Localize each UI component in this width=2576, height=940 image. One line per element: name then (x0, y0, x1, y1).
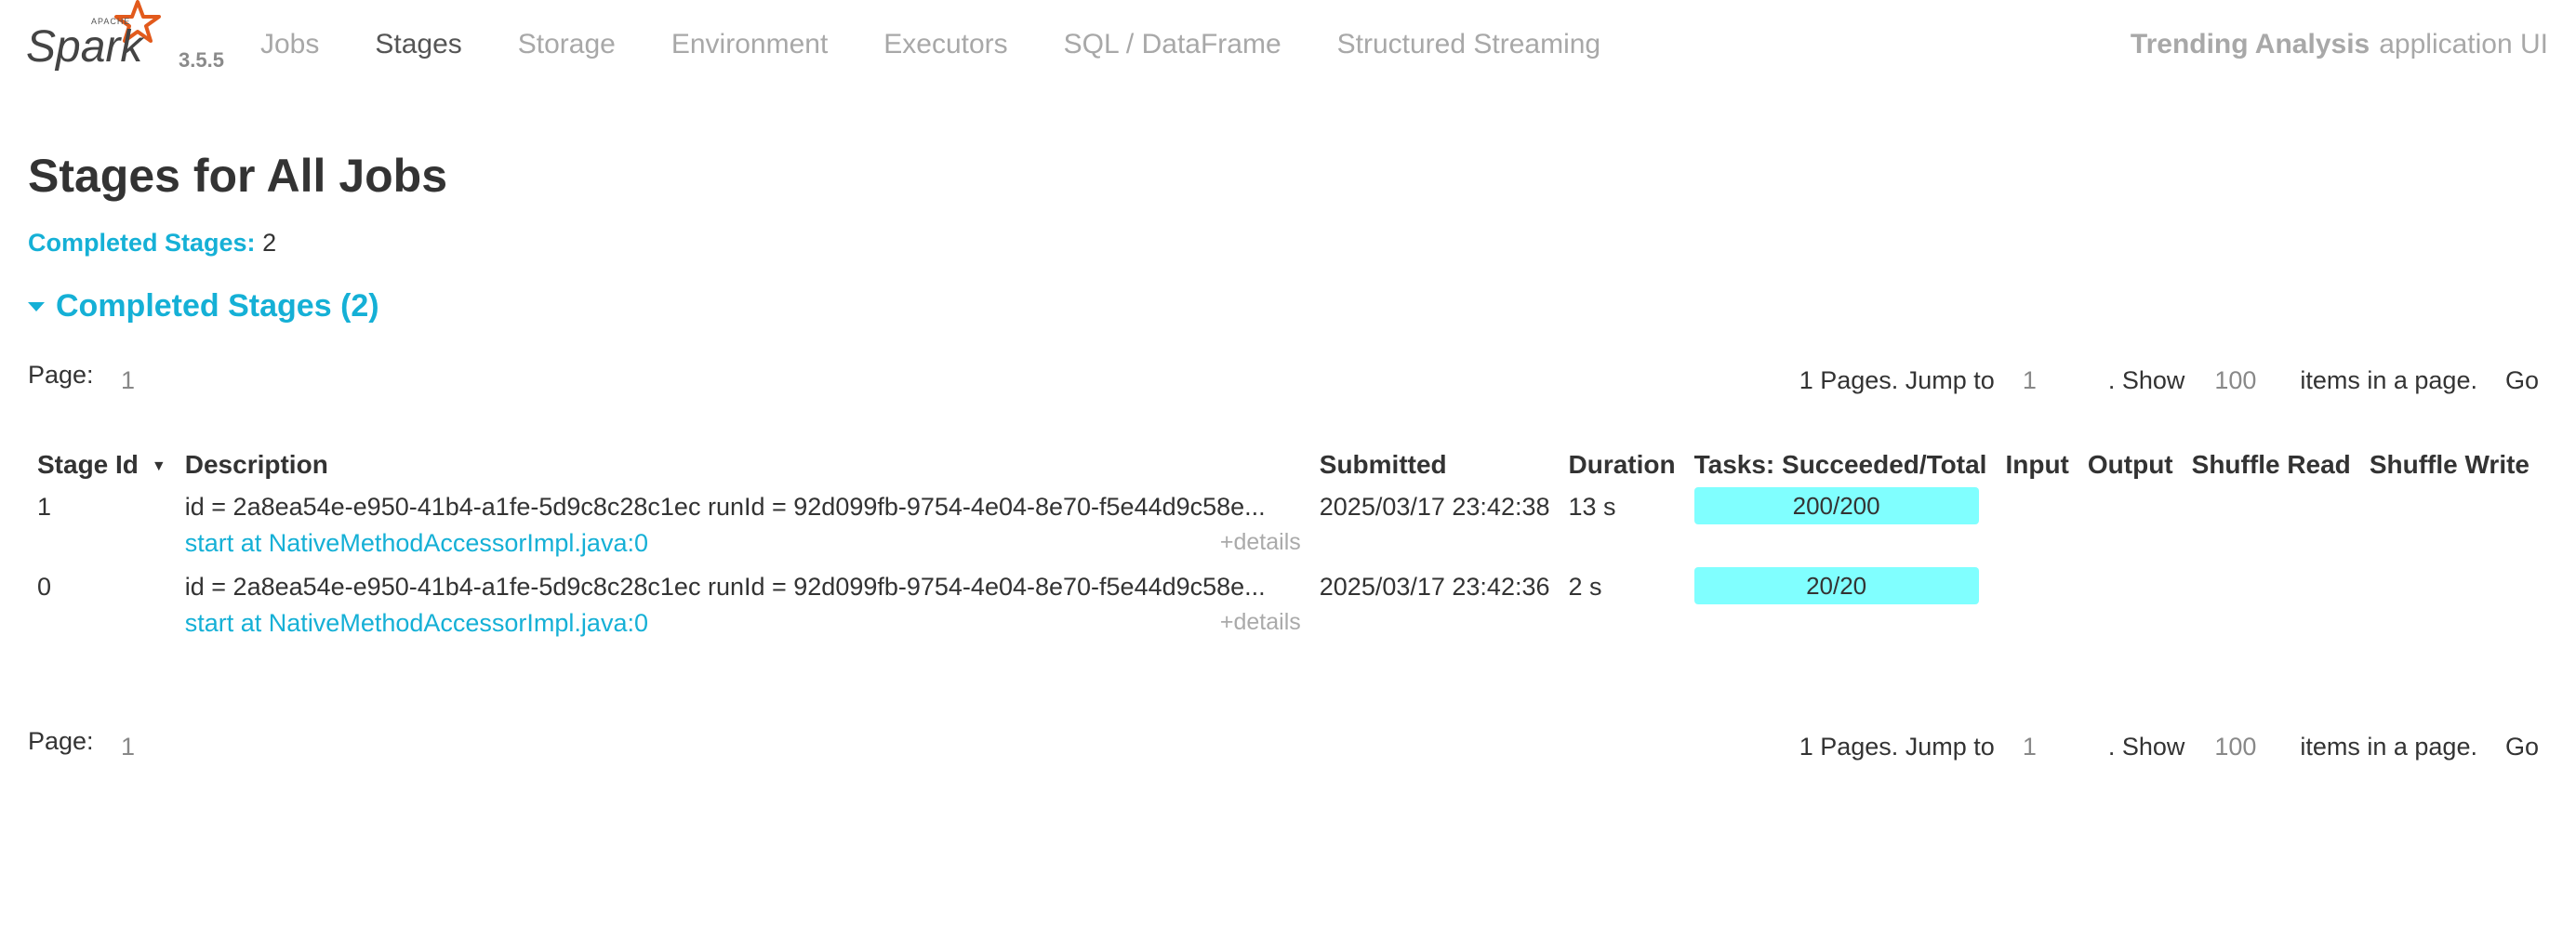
header-shuffle-write[interactable]: Shuffle Write (2360, 437, 2539, 493)
page-title: Stages for All Jobs (28, 150, 448, 202)
jump-to-input[interactable]: 1 (2023, 733, 2108, 761)
app-suffix: application UI (2379, 29, 2548, 60)
completed-stages-summary: Completed Stages: 2 (28, 229, 276, 258)
header-tasks[interactable]: Tasks: Succeeded/Total (1685, 437, 1997, 493)
completed-stages-link[interactable]: Completed Stages: (28, 229, 256, 257)
nav-structured-streaming[interactable]: Structured Streaming (1337, 29, 1600, 60)
nav-menu: Jobs Stages Storage Environment Executor… (260, 0, 1656, 89)
description-cell: id = 2a8ea54e-e950-41b4-a1fe-5d9c8c28c1e… (176, 573, 1310, 653)
page-size-input[interactable]: 100 (2214, 366, 2300, 395)
header-duration[interactable]: Duration (1560, 437, 1685, 493)
duration: 2 s (1568, 573, 1602, 601)
nav-sql-dataframe[interactable]: SQL / DataFrame (1064, 29, 1281, 60)
table-header-row: Stage Id ▼ Description Submitted Duration… (28, 437, 2539, 493)
page-size-input[interactable]: 100 (2214, 733, 2300, 761)
pagination-top: Page: 1 1 Pages. Jump to 1 . Show 100 it… (28, 361, 2539, 407)
stage-id: 0 (37, 573, 52, 601)
app-name: Trending Analysis (2130, 29, 2370, 60)
tasks-progress-label: 20/20 (1806, 571, 1867, 600)
go-button[interactable]: Go (2505, 366, 2539, 395)
tasks-progress-label: 200/200 (1792, 491, 1880, 520)
stage-detail-link[interactable]: start at NativeMethodAccessorImpl.java:0 (185, 609, 648, 638)
spark-logo[interactable]: APACHE Spark 3.5.5 (26, 0, 231, 89)
stage-description: id = 2a8ea54e-e950-41b4-a1fe-5d9c8c28c1e… (184, 493, 1266, 521)
stage-description: id = 2a8ea54e-e950-41b4-a1fe-5d9c8c28c1e… (184, 573, 1266, 601)
version-label: 3.5.5 (179, 48, 224, 72)
navbar: APACHE Spark 3.5.5 Jobs Stages Storage E… (0, 0, 2576, 89)
description-links: start at NativeMethodAccessorImpl.java:0… (185, 609, 1301, 638)
go-button[interactable]: Go (2505, 733, 2539, 761)
nav-storage[interactable]: Storage (518, 29, 616, 60)
shuffle-write-cell (2360, 573, 2539, 653)
items-text: items in a page. (2300, 733, 2477, 761)
pager-controls: 1 Pages. Jump to 1 . Show 100 items in a… (1799, 366, 2539, 395)
pages-text: 1 Pages. Jump to (1799, 366, 1995, 394)
header-stage-id[interactable]: Stage Id ▼ (28, 437, 176, 493)
header-stage-id-label: Stage Id (37, 450, 139, 479)
caret-down-icon (28, 301, 45, 311)
input-cell (1996, 573, 2078, 653)
page-link[interactable]: 1 (121, 366, 135, 395)
output-cell (2078, 493, 2183, 573)
shuffle-read-cell (2183, 573, 2360, 653)
table-row: 0 id = 2a8ea54e-e950-41b4-a1fe-5d9c8c28c… (28, 567, 2539, 653)
nav-executors[interactable]: Executors (883, 29, 1007, 60)
page-link[interactable]: 1 (121, 733, 135, 761)
header-submitted[interactable]: Submitted (1310, 437, 1560, 493)
stage-detail-link[interactable]: start at NativeMethodAccessorImpl.java:0 (185, 529, 648, 558)
input-cell (1996, 493, 2078, 573)
page-label: Page: (28, 361, 94, 389)
description-cell: id = 2a8ea54e-e950-41b4-a1fe-5d9c8c28c1e… (176, 493, 1310, 573)
spark-logo-icon: APACHE Spark (26, 0, 161, 72)
output-cell (2078, 573, 2183, 653)
header-input[interactable]: Input (1996, 437, 2078, 493)
stage-id: 1 (37, 493, 52, 521)
jump-to-input[interactable]: 1 (2023, 366, 2108, 395)
nav-environment[interactable]: Environment (671, 29, 828, 60)
tasks-cell: 200/200 (1685, 487, 1997, 573)
nav-stages[interactable]: Stages (375, 29, 461, 60)
completed-stages-toggle[interactable]: Completed Stages (2) (28, 288, 379, 324)
sort-desc-icon: ▼ (151, 457, 166, 474)
show-text: . Show (2107, 366, 2185, 394)
submitted-time: 2025/03/17 23:42:36 (1319, 573, 1550, 601)
section-title: Completed Stages (2) (56, 288, 379, 324)
submitted-time: 2025/03/17 23:42:38 (1319, 493, 1550, 521)
table-row: 1 id = 2a8ea54e-e950-41b4-a1fe-5d9c8c28c… (28, 487, 2539, 573)
completed-stages-count: 2 (262, 229, 277, 257)
logo-text: Spark (26, 22, 145, 72)
shuffle-read-cell (2183, 493, 2360, 573)
duration: 13 s (1568, 493, 1616, 521)
page-label: Page: (28, 727, 94, 755)
shuffle-write-cell (2360, 493, 2539, 573)
tasks-progress-bar: 200/200 (1693, 487, 1979, 524)
show-text: . Show (2107, 733, 2185, 761)
pages-text: 1 Pages. Jump to (1799, 733, 1995, 761)
pagination-bottom: Page: 1 1 Pages. Jump to 1 . Show 100 it… (28, 727, 2539, 774)
tasks-cell: 20/20 (1685, 567, 1997, 653)
app-title: Trending Analysis application UI (2131, 0, 2548, 89)
nav-jobs[interactable]: Jobs (260, 29, 319, 60)
tasks-progress-bar: 20/20 (1693, 567, 1979, 604)
details-toggle[interactable]: +details (1220, 529, 1301, 558)
items-text: items in a page. (2300, 366, 2477, 394)
description-links: start at NativeMethodAccessorImpl.java:0… (185, 529, 1301, 558)
header-output[interactable]: Output (2078, 437, 2183, 493)
header-shuffle-read[interactable]: Shuffle Read (2183, 437, 2360, 493)
details-toggle[interactable]: +details (1220, 609, 1301, 638)
header-description[interactable]: Description (176, 437, 1310, 493)
completed-stages-table: Stage Id ▼ Description Submitted Duration… (28, 437, 2539, 653)
pager-controls: 1 Pages. Jump to 1 . Show 100 items in a… (1799, 733, 2539, 761)
